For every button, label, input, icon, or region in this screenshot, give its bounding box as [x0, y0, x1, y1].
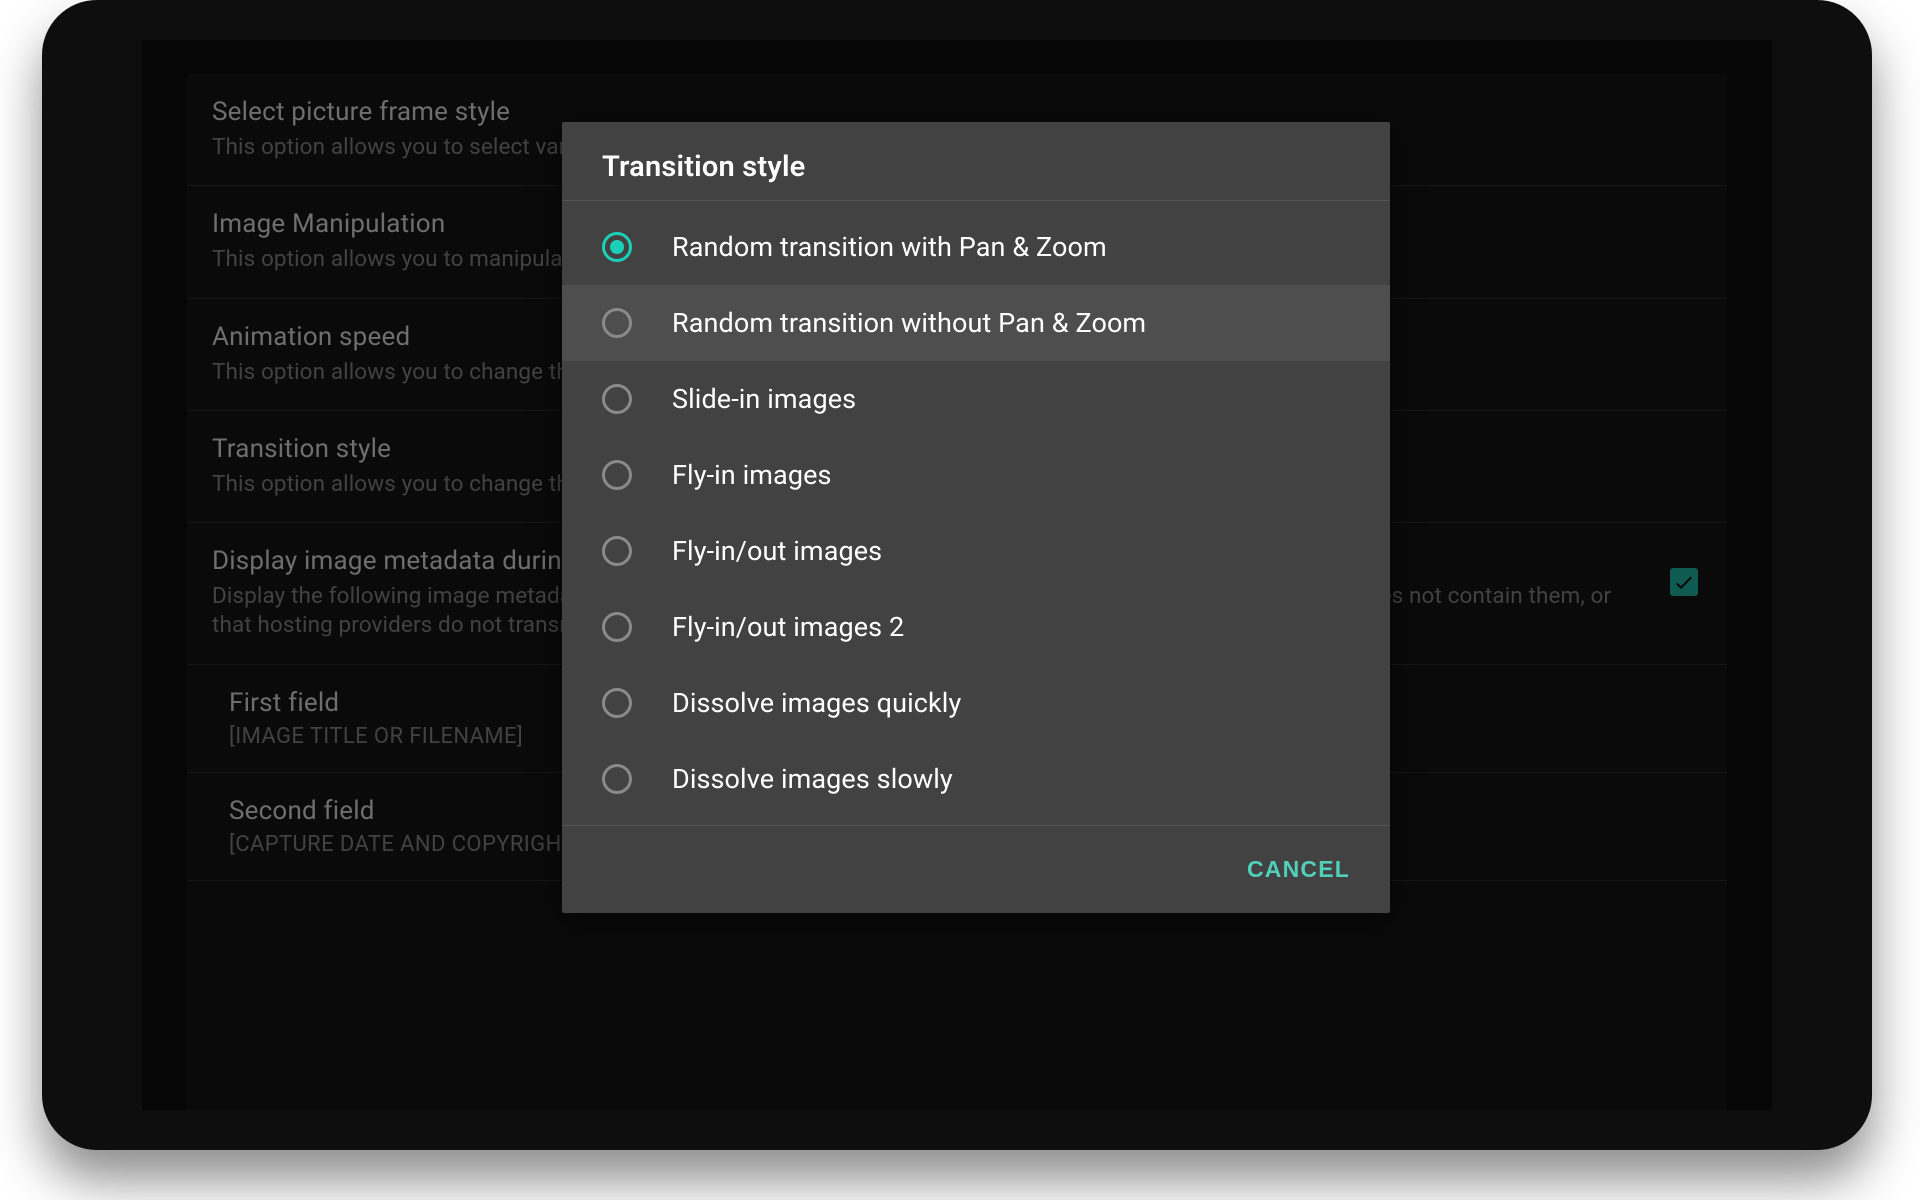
radio-icon [602, 536, 632, 566]
transition-style-dialog: Transition style Random transition with … [562, 122, 1390, 913]
radio-icon [602, 764, 632, 794]
tablet-screen: Select picture frame style This option a… [142, 40, 1772, 1110]
dialog-options: Random transition with Pan & Zoom Random … [562, 201, 1390, 825]
radio-option[interactable]: Fly-in images [562, 437, 1390, 513]
radio-icon [602, 688, 632, 718]
radio-option[interactable]: Dissolve images slowly [562, 741, 1390, 817]
radio-label: Fly-in/out images [672, 535, 882, 567]
radio-icon [602, 612, 632, 642]
radio-icon [602, 232, 632, 262]
radio-label: Dissolve images slowly [672, 763, 953, 795]
dialog-title: Transition style [562, 122, 1390, 201]
radio-label: Slide-in images [672, 383, 856, 415]
radio-label: Dissolve images quickly [672, 687, 961, 719]
radio-label: Random transition without Pan & Zoom [672, 307, 1146, 339]
radio-icon [602, 308, 632, 338]
cancel-button[interactable]: CANCEL [1221, 844, 1376, 895]
radio-option[interactable]: Dissolve images quickly [562, 665, 1390, 741]
radio-option[interactable]: Random transition with Pan & Zoom [562, 209, 1390, 285]
radio-icon [602, 460, 632, 490]
dialog-actions: CANCEL [562, 825, 1390, 913]
radio-label: Fly-in/out images 2 [672, 611, 904, 643]
radio-option[interactable]: Random transition without Pan & Zoom [562, 285, 1390, 361]
radio-label: Fly-in images [672, 459, 832, 491]
radio-option[interactable]: Fly-in/out images 2 [562, 589, 1390, 665]
radio-label: Random transition with Pan & Zoom [672, 231, 1107, 263]
tablet-bezel: Select picture frame style This option a… [42, 0, 1872, 1150]
radio-option[interactable]: Slide-in images [562, 361, 1390, 437]
radio-icon [602, 384, 632, 414]
radio-option[interactable]: Fly-in/out images [562, 513, 1390, 589]
